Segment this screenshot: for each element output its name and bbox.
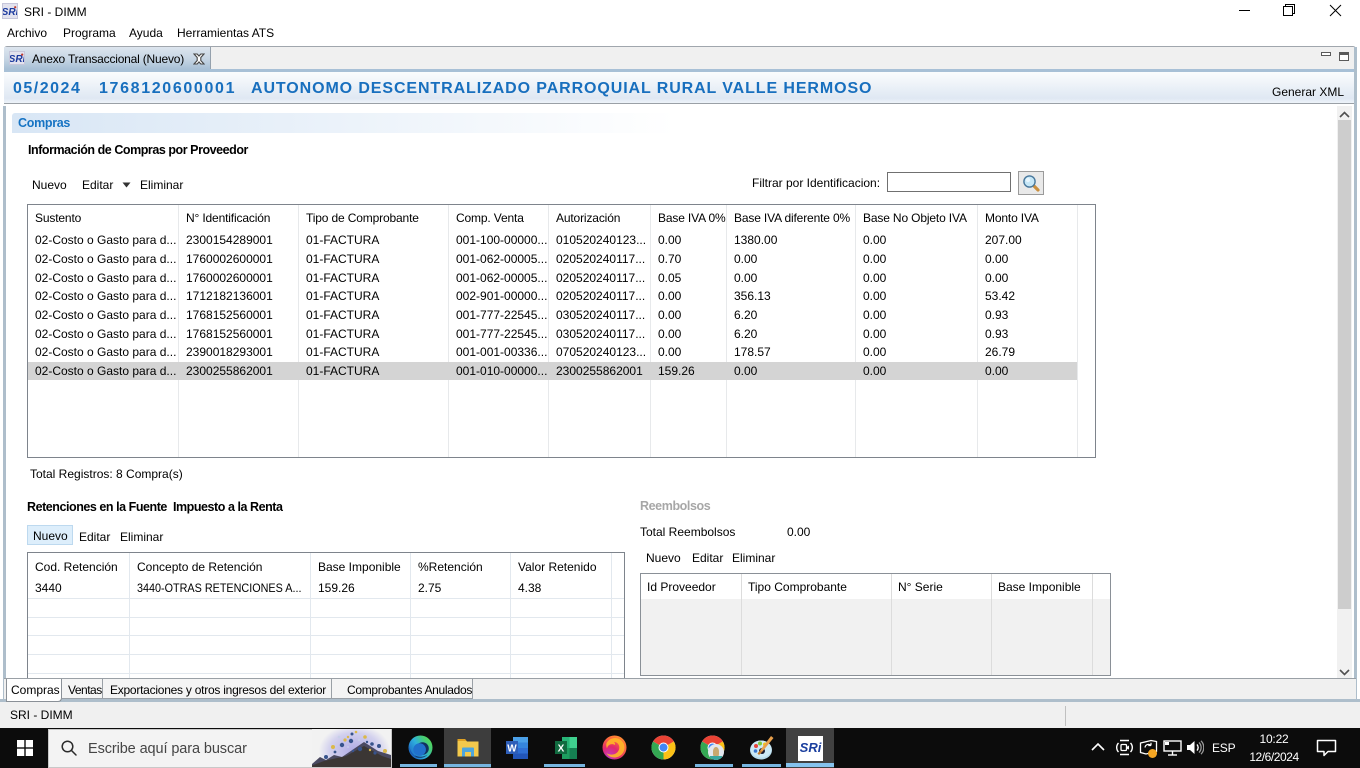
svg-text:SRi: SRi	[3, 7, 17, 18]
svg-text:X: X	[558, 744, 565, 755]
svg-text:W: W	[507, 744, 517, 755]
